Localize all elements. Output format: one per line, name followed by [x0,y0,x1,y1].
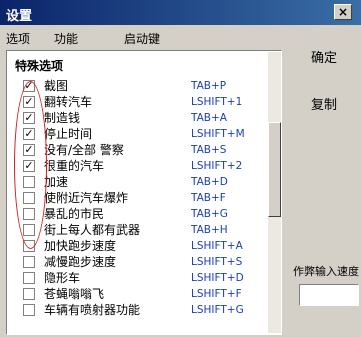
option-hotkey: TAB+A [191,112,227,124]
option-checkbox[interactable]: ✓ [23,96,35,108]
list-item[interactable]: 街上每人都有武器 TAB+H [7,222,267,238]
option-checkbox[interactable] [23,208,35,220]
list-item[interactable]: 车辆有喷射器功能 LSHIFT+G [7,302,267,318]
option-hotkey: TAB+F [191,192,226,204]
option-hotkey: TAB+S [191,144,227,156]
option-label: 车辆有喷射器功能 [44,303,141,317]
option-label: 使附近汽车爆炸 [44,191,129,205]
speed-label: 作弊输入速度 [293,265,359,278]
list-item[interactable]: ✓ 没有/全部 警察 TAB+S [7,142,267,158]
option-label: 加快跑步速度 [44,239,117,253]
scrollbar[interactable] [268,52,281,333]
option-checkbox[interactable] [23,272,35,284]
option-label: 停止时间 [44,127,93,141]
option-hotkey: LSHIFT+S [191,256,243,268]
option-checkbox[interactable]: ✓ [23,80,35,92]
option-hotkey: LSHIFT+D [191,272,244,284]
options-list: ✓ 截图 TAB+P ✓ 翻转汽车 LSHIFT+1 ✓ 制造钱 TAB+A ✓ 停止时间 LSHIF… [7,78,267,318]
list-item[interactable]: 暴乱的市民 TAB+G [7,206,267,222]
title-bar: 设置 × [0,0,361,25]
option-label: 很重的汽车 [44,159,105,173]
list-item[interactable]: ✓ 制造钱 TAB+A [7,110,267,126]
option-label: 暴乱的市民 [44,207,105,221]
option-checkbox[interactable] [23,192,35,204]
option-hotkey: LSHIFT+A [191,240,243,252]
options-panel: 特殊选项 ✓ 截图 TAB+P ✓ 翻转汽车 LSHIFT+1 ✓ 制造钱 TAB+A ✓ 停止时间… [6,50,282,335]
tab-bar: 选项 功能 启动键 [0,30,361,46]
option-checkbox[interactable]: ✓ [23,128,35,140]
option-label: 加速 [44,175,69,189]
list-item[interactable]: 苍蝇嗡嗡飞 LSHIFT+F [7,286,267,302]
option-checkbox[interactable]: ✓ [23,144,35,156]
list-item[interactable]: ✓ 截图 TAB+P [7,78,267,94]
option-hotkey: TAB+H [191,224,228,236]
tab-options[interactable]: 选项 [6,30,30,47]
scrollbar-thumb[interactable] [268,122,281,217]
option-hotkey: LSHIFT+1 [191,96,243,108]
option-hotkey: TAB+D [191,176,228,188]
tab-functions[interactable]: 功能 [54,30,78,47]
close-button[interactable]: × [334,4,352,20]
list-item[interactable]: 减慢跑步速度 LSHIFT+S [7,254,267,270]
copy-button[interactable]: 复制 [311,94,337,113]
list-item[interactable]: 使附近汽车爆炸 TAB+F [7,190,267,206]
list-item[interactable]: 加速 TAB+D [7,174,267,190]
option-label: 减慢跑步速度 [44,255,117,269]
panel-header: 特殊选项 [15,59,64,73]
option-checkbox[interactable] [23,224,35,236]
option-hotkey: LSHIFT+F [191,288,242,300]
option-hotkey: LSHIFT+G [191,304,244,316]
tab-hotkey[interactable]: 启动键 [124,30,160,47]
option-checkbox[interactable]: ✓ [23,160,35,172]
window-title: 设置 [6,9,33,24]
option-hotkey: LSHIFT+2 [191,160,243,172]
list-item[interactable]: 隐形车 LSHIFT+D [7,270,267,286]
option-checkbox[interactable] [23,256,35,268]
option-checkbox[interactable]: ✓ [23,112,35,124]
close-icon: × [337,5,349,19]
option-hotkey: TAB+P [191,80,227,92]
option-label: 截图 [44,79,69,93]
option-label: 没有/全部 警察 [44,143,124,157]
confirm-button[interactable]: 确定 [311,47,337,66]
list-item[interactable]: ✓ 翻转汽车 LSHIFT+1 [7,94,267,110]
option-checkbox[interactable] [23,176,35,188]
list-item[interactable]: ✓ 很重的汽车 LSHIFT+2 [7,158,267,174]
option-checkbox[interactable] [23,304,35,316]
option-label: 翻转汽车 [44,95,93,109]
list-item[interactable]: 加快跑步速度 LSHIFT+A [7,238,267,254]
option-label: 街上每人都有武器 [44,223,141,237]
speed-input[interactable] [299,284,359,306]
option-hotkey: LSHIFT+M [191,128,245,140]
option-checkbox[interactable] [23,288,35,300]
list-item[interactable]: ✓ 停止时间 LSHIFT+M [7,126,267,142]
option-checkbox[interactable] [23,240,35,252]
option-label: 隐形车 [44,271,81,285]
option-hotkey: TAB+G [191,208,228,220]
option-label: 苍蝇嗡嗡飞 [44,287,105,301]
option-label: 制造钱 [44,111,81,125]
